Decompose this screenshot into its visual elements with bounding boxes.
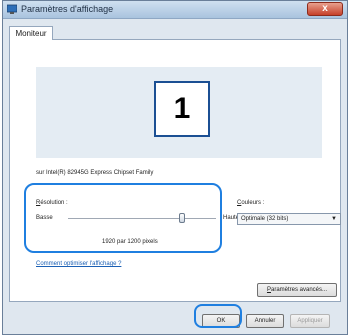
tab-moniteur[interactable]: Moniteur [9, 26, 53, 40]
ok-highlight [194, 304, 242, 328]
colors-selected-value: Optimale (32 bits) [241, 216, 289, 222]
chevron-down-icon: ▼ [331, 216, 337, 222]
apply-button[interactable]: Appliquer [290, 314, 330, 328]
monitor-1[interactable]: 1 [154, 81, 210, 137]
display-settings-window: Paramètres d'affichage x Moniteur 1 sur … [2, 0, 348, 335]
adapter-label: sur Intel(R) 82945G Express Chipset Fami… [36, 170, 154, 176]
title-bar[interactable]: Paramètres d'affichage x [3, 1, 347, 19]
help-link[interactable]: Comment optimiser l'affichage ? [36, 261, 121, 267]
advanced-settings-button[interactable]: Paramètres avancés... [257, 283, 337, 297]
monitor-preview-area: 1 [36, 67, 322, 158]
colors-dropdown[interactable]: Optimale (32 bits) ▼ [237, 213, 341, 225]
resolution-highlight [24, 183, 222, 253]
display-settings-icon [7, 4, 17, 14]
close-button[interactable]: x [307, 2, 343, 16]
tab-panel: 1 sur Intel(R) 82945G Express Chipset Fa… [9, 39, 341, 302]
cancel-button[interactable]: Annuler [246, 314, 284, 328]
colors-label: Couleurs : [237, 200, 265, 206]
window-title: Paramètres d'affichage [21, 4, 114, 14]
